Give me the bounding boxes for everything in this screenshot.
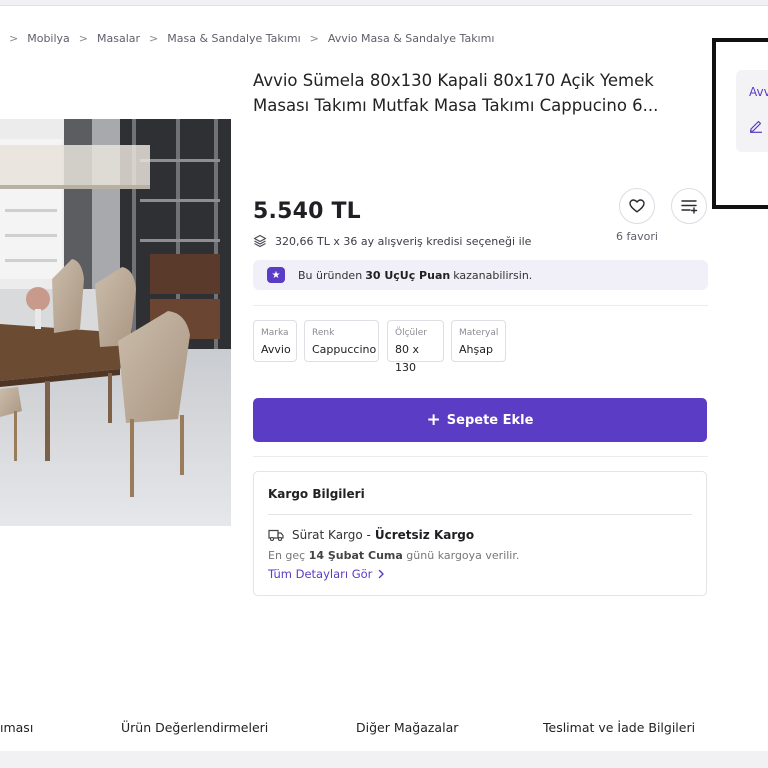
tab-other-stores[interactable]: Diğer Mağazalar (356, 720, 458, 735)
chevron-right-icon (379, 569, 385, 579)
favorite-count: 6 favori (616, 230, 658, 243)
breadcrumb-item-masalar[interactable]: Masalar (97, 32, 140, 45)
dining-room-photo (0, 119, 231, 526)
add-to-cart-label: Sepete Ekle (446, 412, 534, 428)
date-prefix: En geç (268, 549, 306, 562)
chevron-right-icon: > (149, 31, 159, 45)
carrier-name: Sürat Kargo - (292, 528, 371, 542)
shipping-carrier: Sürat Kargo - Ücretsiz Kargo (268, 528, 474, 542)
free-shipping-label: Ücretsiz Kargo (374, 528, 475, 542)
page-bottom-band (0, 751, 768, 768)
add-to-list-button[interactable] (671, 188, 707, 224)
attribute-dimensions: Ölçüler 80 x 130 (387, 320, 444, 374)
credit-text: 320,66 TL x 36 ay alışveriş kredisi seçe… (275, 234, 532, 248)
star-icon: ★ (267, 267, 285, 283)
add-to-cart-button[interactable]: + Sepete Ekle (253, 398, 707, 442)
attribute-key: Materyal (459, 328, 499, 338)
chevron-right-icon: > (78, 31, 89, 45)
seller-panel: Avvi (712, 38, 768, 209)
shipping-details-link[interactable]: Tüm Detayları Gör (268, 567, 386, 581)
product-price: 5.540 TL (253, 199, 361, 224)
attribute-value: 80 x 130 (395, 343, 420, 374)
credit-info: 320,66 TL x 36 ay alışveriş kredisi seçe… (253, 234, 531, 248)
tab-description[interactable]: ıması (0, 720, 33, 735)
breadcrumb-item-avvio-masa-sandalye-takimi[interactable]: Avvio Masa & Sandalye Takımı (328, 32, 495, 45)
browser-top-edge (0, 0, 768, 6)
attribute-key: Renk (312, 328, 335, 338)
tab-delivery-returns[interactable]: Teslimat ve İade Bilgileri (543, 720, 695, 735)
breadcrumb-item-masa-sandalye-takimi[interactable]: Masa & Sandalye Takımı (167, 32, 300, 45)
chevron-right-icon: > (309, 31, 319, 45)
attribute-key: Ölçüler (395, 328, 427, 338)
divider (253, 456, 708, 457)
favorite-button[interactable] (619, 188, 655, 224)
plus-icon: + (426, 410, 441, 430)
attribute-brand: Marka Avvio (253, 320, 297, 362)
breadcrumb: > Mobilya > Masalar > Masa & Sandalye Ta… (0, 30, 494, 46)
points-banner: ★ Bu üründen 30 UçUç Puan kazanabilirsin… (253, 260, 708, 290)
seller-name[interactable]: Avvi (749, 85, 768, 99)
attribute-key: Marka (261, 328, 289, 338)
breadcrumb-item-mobilya[interactable]: Mobilya (27, 32, 70, 45)
divider (268, 514, 692, 515)
attribute-color: Renk Cappuccino (304, 320, 379, 362)
product-title: Avvio Sümela 80x130 Kapali 80x170 Açik Y… (253, 71, 659, 115)
product-image[interactable] (0, 119, 231, 526)
attribute-material: Materyal Ahşap (451, 320, 506, 362)
heart-icon (629, 199, 645, 213)
product-tabs: ıması Ürün Değerlendirmeleri Diğer Mağaz… (0, 720, 768, 738)
attribute-value: Avvio (261, 343, 291, 356)
tab-reviews[interactable]: Ürün Değerlendirmeleri (121, 720, 268, 735)
divider (253, 305, 708, 306)
edit-icon[interactable] (749, 119, 763, 133)
attribute-value: Cappuccino (312, 343, 377, 356)
layers-icon (253, 234, 267, 248)
attribute-value: Ahşap (459, 343, 493, 356)
details-link-label: Tüm Detayları Gör (268, 567, 373, 581)
points-amount: 30 UçUç Puan (365, 268, 451, 282)
shipping-info-card: Kargo Bilgileri Sürat Kargo - Ücretsiz K… (253, 471, 707, 596)
shipping-date: En geç 14 Şubat Cuma günü kargoya verili… (268, 549, 519, 562)
truck-icon (268, 529, 284, 541)
date-suffix: günü kargoya verilir. (406, 549, 520, 562)
list-add-icon (680, 199, 697, 214)
points-prefix: Bu üründen (298, 268, 363, 282)
date-value: 14 Şubat Cuma (308, 549, 403, 562)
points-suffix: kazanabilirsin. (453, 268, 533, 282)
shipping-title: Kargo Bilgileri (268, 487, 365, 501)
chevron-right-icon: > (9, 31, 19, 45)
seller-card[interactable]: Avvi (736, 70, 768, 152)
